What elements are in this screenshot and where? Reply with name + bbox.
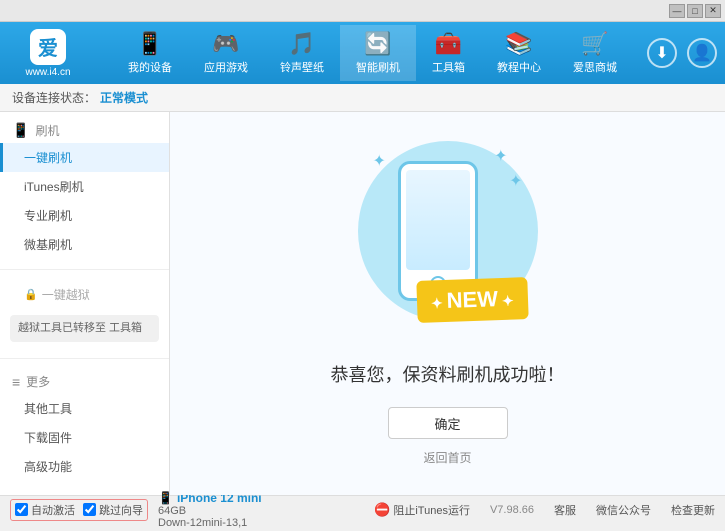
- success-title: 恭喜您，保资料刷机成功啦！: [331, 361, 565, 387]
- device-storage: 64GB: [158, 505, 262, 517]
- lock-icon: 🔒: [24, 288, 38, 301]
- apps-games-icon: 🎮: [212, 31, 239, 57]
- sparkle-icon-3: ✦: [509, 171, 522, 191]
- flash-section-label: 刷机: [35, 122, 59, 139]
- nav-smart-flash[interactable]: 🔄 智能刷机: [340, 25, 416, 81]
- sparkle-icon-1: ✦: [373, 151, 386, 171]
- logo-icon: 爱: [30, 29, 66, 65]
- phone-container: ✦ ✦ ✦ NEW: [368, 141, 528, 341]
- user-button[interactable]: 👤: [687, 38, 717, 68]
- skip-wizard-label: 跳过向导: [99, 502, 143, 518]
- sidebar-item-download-firmware[interactable]: 下载固件: [0, 423, 169, 452]
- nav-store[interactable]: 🛒 爱思商城: [557, 25, 633, 81]
- version-text: V7.98.66: [490, 504, 534, 516]
- sidebar-item-advanced[interactable]: 高级功能: [0, 452, 169, 481]
- sidebar: 📱 刷机 一键刷机 iTunes刷机 专业刷机 微基刷机 🔒 一键越狱: [0, 112, 170, 495]
- top-navigation: 爱 www.i4.cn 📱 我的设备 🎮 应用游戏 🎵 铃声壁纸 🔄 智能刷机 …: [0, 22, 725, 84]
- status-bar: 设备连接状态： 正常模式: [0, 84, 725, 112]
- nav-smart-flash-label: 智能刷机: [356, 59, 400, 75]
- my-device-icon: 📱: [136, 31, 163, 57]
- bottom-bar: 自动激活 跳过向导 📱 iPhone 12 mini 64GB Down-12m…: [0, 495, 725, 523]
- close-button[interactable]: ✕: [705, 4, 721, 18]
- new-badge: NEW: [416, 277, 528, 323]
- skip-wizard-checkbox[interactable]: [83, 503, 96, 516]
- sidebar-divider-2: [0, 358, 169, 359]
- nav-my-device-label: 我的设备: [128, 59, 172, 75]
- logo-url: www.i4.cn: [25, 67, 70, 78]
- check-update-link[interactable]: 检查更新: [671, 502, 715, 518]
- minimize-button[interactable]: —: [669, 4, 685, 18]
- maximize-button[interactable]: □: [687, 4, 703, 18]
- sidebar-section-more-header: ≡ 更多: [0, 369, 169, 394]
- tutorials-icon: 📚: [505, 31, 532, 57]
- sidebar-item-itunes-flash[interactable]: iTunes刷机: [0, 172, 169, 201]
- prevent-itunes-label: 阻止iTunes运行: [393, 502, 470, 518]
- download-button[interactable]: ⬇: [647, 38, 677, 68]
- more-section-icon: ≡: [12, 374, 20, 390]
- back-link[interactable]: 返回首页: [423, 449, 471, 466]
- toolbox-icon: 🧰: [435, 31, 462, 57]
- nav-apps-games-label: 应用游戏: [204, 59, 248, 75]
- download-firmware-label: 下载固件: [24, 431, 72, 445]
- sidebar-jailbreak-notice: 越狱工具已转移至 工具箱: [10, 315, 159, 342]
- store-icon: 🛒: [581, 31, 608, 57]
- sidebar-item-baseband-flash[interactable]: 微基刷机: [0, 230, 169, 259]
- sidebar-item-one-click-flash[interactable]: 一键刷机: [0, 143, 169, 172]
- nav-toolbox-label: 工具箱: [432, 59, 465, 75]
- prevent-itunes-icon: ⛔: [374, 502, 390, 518]
- sidebar-section-flash-header: 📱 刷机: [0, 118, 169, 143]
- window-controls: — □ ✕: [669, 4, 721, 18]
- itunes-flash-label: iTunes刷机: [24, 180, 84, 194]
- main-layout: 📱 刷机 一键刷机 iTunes刷机 专业刷机 微基刷机 🔒 一键越狱: [0, 112, 725, 495]
- nav-store-label: 爱思商城: [573, 59, 617, 75]
- nav-toolbox[interactable]: 🧰 工具箱: [416, 25, 481, 81]
- nav-right-controls: ⬇ 👤: [647, 38, 717, 68]
- sidebar-item-pro-flash[interactable]: 专业刷机: [0, 201, 169, 230]
- sidebar-jailbreak-header: 🔒 一键越狱: [0, 280, 169, 309]
- ringtones-icon: 🎵: [288, 31, 315, 57]
- nav-ringtones[interactable]: 🎵 铃声壁纸: [264, 25, 340, 81]
- more-section-label: 更多: [26, 373, 50, 390]
- jailbreak-notice-text: 越狱工具已转移至 工具箱: [18, 322, 142, 334]
- smart-flash-icon: 🔄: [364, 31, 391, 57]
- title-bar: — □ ✕: [0, 0, 725, 22]
- sidebar-divider-1: [0, 269, 169, 270]
- jailbreak-label: 一键越狱: [42, 286, 90, 303]
- confirm-button[interactable]: 确定: [388, 407, 508, 439]
- nav-ringtones-label: 铃声壁纸: [280, 59, 324, 75]
- status-value: 正常模式: [100, 89, 148, 106]
- sidebar-section-more: ≡ 更多 其他工具 下载固件 高级功能: [0, 363, 169, 487]
- auto-startup-label: 自动激活: [31, 502, 75, 518]
- wechat-public-link[interactable]: 微信公众号: [596, 502, 651, 518]
- nav-tutorials-label: 教程中心: [497, 59, 541, 75]
- sidebar-section-jailbreak: 🔒 一键越狱 越狱工具已转移至 工具箱: [0, 274, 169, 354]
- nav-apps-games[interactable]: 🎮 应用游戏: [188, 25, 264, 81]
- status-label: 设备连接状态：: [12, 89, 96, 106]
- skip-wizard-checkbox-item[interactable]: 跳过向导: [83, 502, 143, 518]
- sidebar-item-other-tools[interactable]: 其他工具: [0, 394, 169, 423]
- nav-items: 📱 我的设备 🎮 应用游戏 🎵 铃声壁纸 🔄 智能刷机 🧰 工具箱 📚 教程中心…: [98, 25, 647, 81]
- success-illustration: ✦ ✦ ✦ NEW: [368, 141, 528, 341]
- content-area: ✦ ✦ ✦ NEW 恭喜您，保资料刷机成功啦！ 确定 返回首页: [170, 112, 725, 495]
- auto-startup-checkbox-item[interactable]: 自动激活: [15, 502, 75, 518]
- pro-flash-label: 专业刷机: [24, 209, 72, 223]
- sidebar-section-flash: 📱 刷机 一键刷机 iTunes刷机 专业刷机 微基刷机: [0, 112, 169, 265]
- nav-my-device[interactable]: 📱 我的设备: [112, 25, 188, 81]
- sparkle-icon-2: ✦: [494, 146, 507, 166]
- auto-startup-checkbox[interactable]: [15, 503, 28, 516]
- one-click-flash-label: 一键刷机: [24, 151, 72, 165]
- baseband-flash-label: 微基刷机: [24, 238, 72, 252]
- logo[interactable]: 爱 www.i4.cn: [8, 29, 88, 78]
- prevent-itunes[interactable]: ⛔ 阻止iTunes运行: [374, 502, 470, 518]
- phone-screen: [406, 170, 470, 270]
- customer-service-link[interactable]: 客服: [554, 502, 576, 518]
- bottom-right: ⛔ 阻止iTunes运行 V7.98.66 客服 微信公众号 检查更新: [374, 502, 715, 518]
- other-tools-label: 其他工具: [24, 402, 72, 416]
- advanced-label: 高级功能: [24, 460, 72, 474]
- flash-section-icon: 📱: [12, 122, 29, 139]
- nav-tutorials[interactable]: 📚 教程中心: [481, 25, 557, 81]
